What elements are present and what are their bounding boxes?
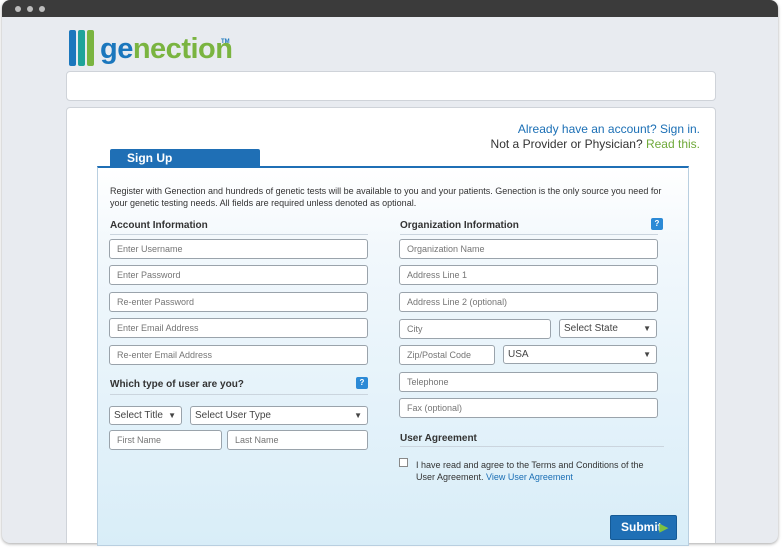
title-select[interactable]: Select Title ▼ (109, 406, 182, 425)
organization-help-icon[interactable]: ? (651, 218, 663, 230)
provider-notice: Not a Provider or Physician? Read this. (490, 137, 700, 151)
username-input[interactable] (109, 239, 368, 259)
organization-name-input[interactable] (399, 239, 658, 259)
navigation-bar (66, 71, 716, 101)
address-line-2-input[interactable] (399, 292, 658, 312)
country-select[interactable]: USA ▼ (503, 345, 657, 364)
user-type-help-icon[interactable]: ? (356, 377, 368, 389)
first-name-input[interactable] (109, 430, 222, 450)
password-input[interactable] (109, 265, 368, 285)
account-divider (110, 234, 368, 235)
window-close-dot[interactable] (15, 6, 21, 12)
account-info-heading: Account Information (110, 220, 208, 231)
sign-in-link[interactable]: Already have an account? Sign in. (518, 122, 700, 136)
logo-bar-blue-icon (69, 30, 76, 66)
last-name-input[interactable] (227, 430, 368, 450)
state-select[interactable]: Select State ▼ (559, 319, 657, 338)
address-line-1-input[interactable] (399, 265, 658, 285)
chevron-down-icon: ▼ (643, 324, 651, 333)
organization-info-heading: Organization Information (400, 220, 519, 231)
chevron-down-icon: ▼ (354, 411, 362, 420)
fax-input[interactable] (399, 398, 658, 418)
trademark-symbol: TM (221, 39, 230, 45)
chevron-down-icon: ▼ (168, 411, 176, 420)
play-icon: ▶ (659, 522, 668, 534)
agreement-text: I have read and agree to the Terms and C… (416, 460, 644, 482)
telephone-input[interactable] (399, 372, 658, 392)
user-agreement-heading: User Agreement (400, 433, 477, 444)
intro-text: Register with Genection and hundreds of … (110, 186, 662, 208)
title-bar (2, 0, 778, 17)
confirm-password-input[interactable] (109, 292, 368, 312)
user-type-divider (110, 394, 368, 395)
city-input[interactable] (399, 319, 551, 339)
read-this-link[interactable]: Read this. (646, 137, 700, 151)
logo-bar-teal-icon (78, 30, 85, 66)
organization-divider (400, 234, 658, 235)
agree-checkbox[interactable] (399, 458, 408, 467)
logo-bar-green-icon (87, 30, 94, 66)
email-input[interactable] (109, 318, 368, 338)
window-zoom-dot[interactable] (39, 6, 45, 12)
genection-logo[interactable]: genection (68, 28, 238, 68)
logo-wordmark: genection (100, 33, 233, 65)
agreement-divider (400, 446, 664, 447)
chevron-down-icon: ▼ (643, 350, 651, 359)
submit-button[interactable]: Submit ▶ (610, 515, 677, 540)
view-user-agreement-link[interactable]: View User Agreement (486, 472, 573, 482)
confirm-email-input[interactable] (109, 345, 368, 365)
window-minimize-dot[interactable] (27, 6, 33, 12)
tab-sign-up[interactable]: Sign Up (110, 149, 260, 167)
user-type-heading: Which type of user are you? (110, 379, 244, 390)
zip-code-input[interactable] (399, 345, 495, 365)
user-type-select[interactable]: Select User Type ▼ (190, 406, 368, 425)
